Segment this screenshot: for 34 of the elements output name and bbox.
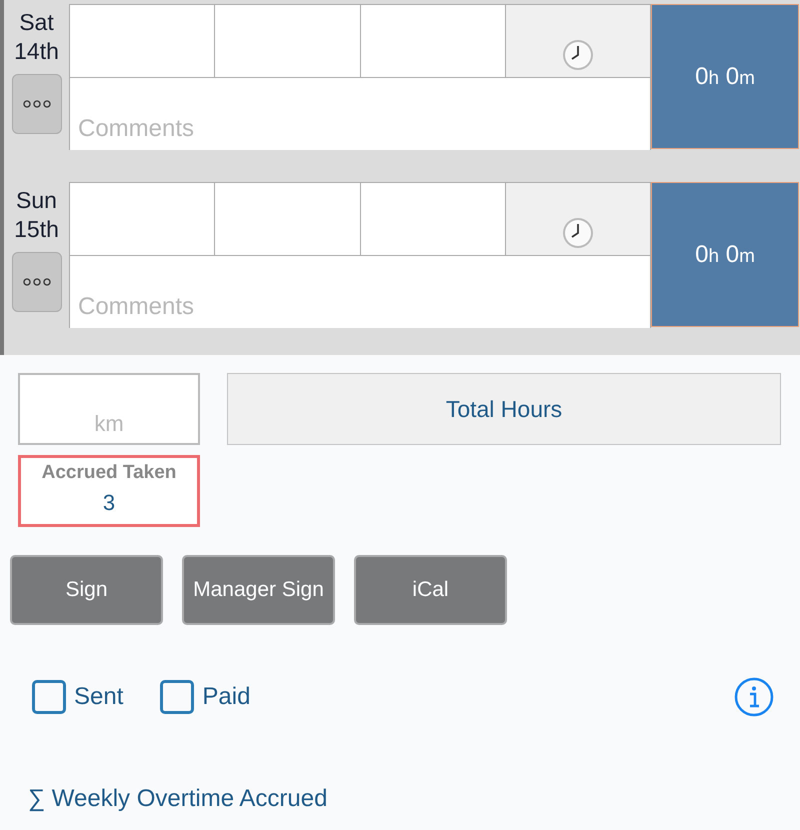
action-button[interactable]: Sign <box>10 555 163 625</box>
clock-cell[interactable] <box>506 5 650 77</box>
accrued-taken-field[interactable]: Accrued Taken 3 <box>18 455 200 527</box>
field-label: Accrued Taken <box>42 462 176 484</box>
action-button[interactable]: Manager Sign <box>182 555 335 625</box>
clock-cell[interactable] <box>506 183 650 255</box>
clock-icon[interactable] <box>562 39 594 71</box>
more-icon <box>22 100 50 108</box>
action-button[interactable]: iCal <box>354 555 507 625</box>
checkbox[interactable] <box>160 680 194 714</box>
time-cell[interactable] <box>360 5 505 77</box>
time-cell[interactable] <box>360 183 505 255</box>
total-hours-button[interactable]: Total Hours <box>227 373 781 445</box>
checkbox-label: Paid <box>202 683 250 711</box>
day-label: Sat 14th <box>14 8 59 66</box>
overtime-link[interactable]: ∑ Weekly Overtime Accrued <box>28 785 328 813</box>
more-icon <box>22 278 50 286</box>
time-cell[interactable] <box>70 5 214 77</box>
field-value: 3 <box>102 490 116 516</box>
total-duration: 0h 0m <box>695 62 755 90</box>
day-label: Sun 15th <box>14 186 59 244</box>
more-button[interactable] <box>12 252 62 312</box>
time-cell[interactable] <box>215 183 360 255</box>
time-cell[interactable] <box>215 5 360 77</box>
comments-field[interactable]: Comments <box>70 256 650 328</box>
comments-field[interactable]: Comments <box>70 78 650 150</box>
time-cell[interactable] <box>70 183 214 255</box>
total-duration: 0h 0m <box>695 240 755 268</box>
info-icon[interactable] <box>734 677 774 717</box>
distance-field[interactable]: km <box>18 373 200 445</box>
checkbox[interactable] <box>32 680 66 714</box>
checkbox-label: Sent <box>74 683 124 711</box>
clock-icon[interactable] <box>562 217 594 249</box>
more-button[interactable] <box>12 74 62 134</box>
